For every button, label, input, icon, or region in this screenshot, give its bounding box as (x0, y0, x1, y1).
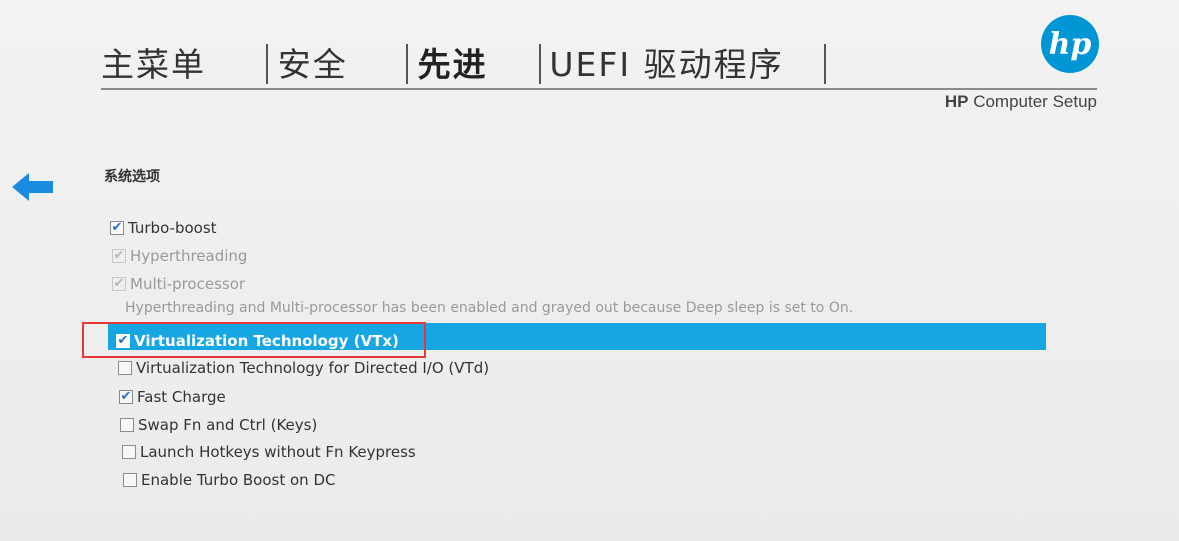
section-title: 系统选项 (104, 169, 160, 185)
hp-logo: hp (1041, 15, 1099, 73)
tab-advanced[interactable]: 先进 (408, 48, 540, 81)
annotation-highlight-box (82, 322, 426, 358)
option-label: Enable Turbo Boost on DC (141, 471, 336, 489)
checkbox-launch-hotkeys[interactable] (122, 445, 136, 459)
app-title-brand: HP (944, 92, 969, 111)
option-label: Swap Fn and Ctrl (Keys) (138, 416, 318, 434)
option-multi-processor: ✔ Multi-processor (112, 273, 245, 295)
checkbox-fast-charge[interactable]: ✔ (119, 390, 133, 404)
checkbox-vtd[interactable] (118, 361, 132, 375)
checkbox-turbo-boost[interactable]: ✔ (110, 221, 124, 235)
tab-security[interactable]: 安全 (268, 48, 406, 81)
checkbox-swap-fn-ctrl[interactable] (120, 418, 134, 432)
option-swap-fn-ctrl[interactable]: Swap Fn and Ctrl (Keys) (120, 414, 317, 436)
grayed-out-note: Hyperthreading and Multi-processor has b… (125, 300, 854, 316)
tab-divider (824, 44, 827, 84)
back-arrow-icon[interactable] (12, 172, 54, 202)
app-title-product: Computer Setup (973, 92, 1097, 111)
main-tabs: 主菜单 安全 先进 UEFI 驱动程序 (101, 40, 827, 88)
option-label: Hyperthreading (130, 247, 248, 265)
checkbox-hyperthreading: ✔ (112, 248, 126, 263)
option-label: Launch Hotkeys without Fn Keypress (140, 443, 416, 461)
option-label: Turbo-boost (128, 219, 217, 237)
option-label: Multi-processor (130, 275, 246, 293)
option-label: Fast Charge (137, 388, 226, 406)
tab-uefi-drivers[interactable]: UEFI 驱动程序 (541, 48, 824, 81)
option-hyperthreading: ✔ Hyperthreading (112, 245, 247, 267)
option-label: Virtualization Technology for Directed I… (136, 359, 490, 377)
option-vtd[interactable]: Virtualization Technology for Directed I… (118, 357, 489, 379)
header-divider (101, 88, 1097, 90)
app-title: HP Computer Setup (945, 92, 1097, 112)
checkbox-multi-processor: ✔ (112, 276, 126, 291)
option-fast-charge[interactable]: ✔ Fast Charge (119, 386, 226, 408)
option-enable-turbo-boost-dc[interactable]: Enable Turbo Boost on DC (123, 469, 335, 491)
option-launch-hotkeys[interactable]: Launch Hotkeys without Fn Keypress (122, 441, 416, 463)
hp-logo-text: hp (1049, 27, 1092, 62)
checkbox-enable-turbo-boost-dc[interactable] (123, 473, 137, 487)
option-turbo-boost[interactable]: ✔ Turbo-boost (110, 217, 217, 239)
tab-main-menu[interactable]: 主菜单 (101, 48, 266, 81)
